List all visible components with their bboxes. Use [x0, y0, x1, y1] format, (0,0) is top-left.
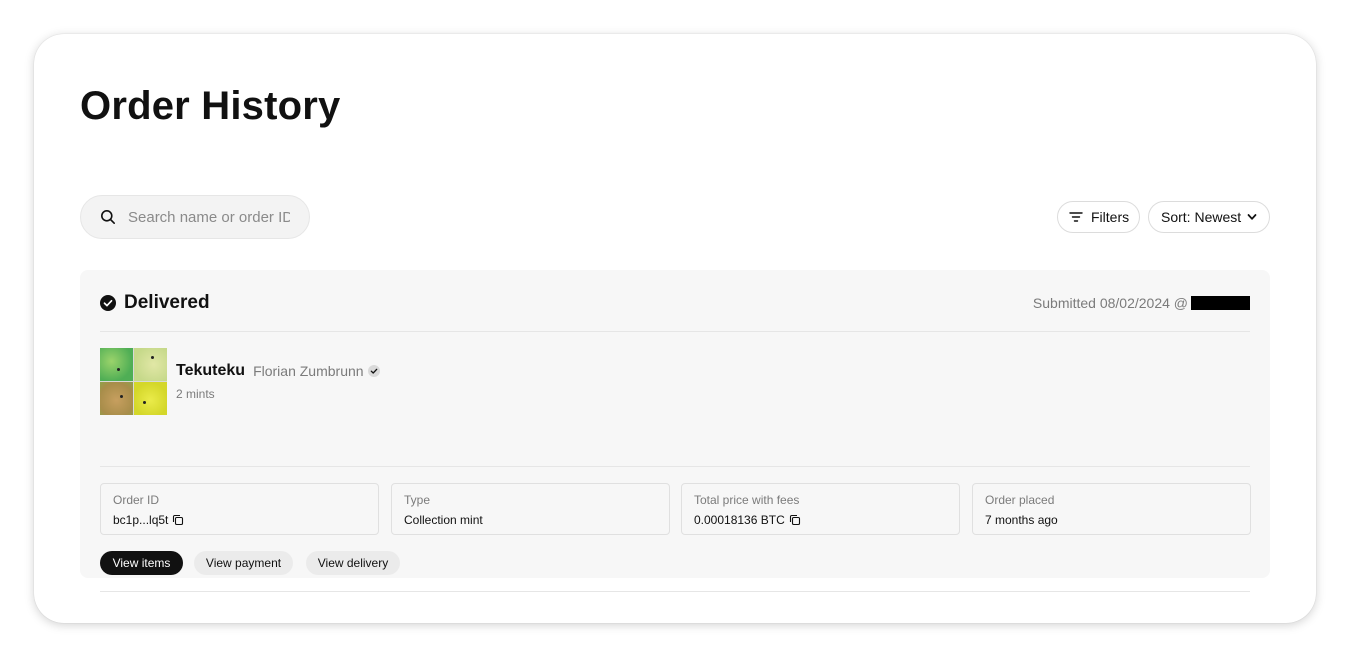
copy-icon[interactable] — [172, 514, 184, 526]
chevron-down-icon — [1247, 214, 1257, 220]
field-value-row: 7 months ago — [985, 513, 1238, 527]
view-items-tab[interactable]: View items — [100, 551, 183, 575]
thumbnail-tile — [134, 382, 167, 415]
redacted-block — [1191, 296, 1250, 310]
verified-icon — [367, 365, 380, 377]
field-value-row: Collection mint — [404, 513, 657, 527]
view-payment-tab[interactable]: View payment — [194, 551, 293, 575]
order-history-card: Order History Filters Sort: Newest Deliv… — [34, 34, 1316, 623]
divider — [100, 331, 1250, 332]
sort-select[interactable]: Sort: Newest — [1148, 201, 1270, 233]
check-circle-icon — [100, 295, 116, 311]
page-title: Order History — [80, 84, 341, 128]
search-box[interactable] — [80, 195, 310, 239]
field-label: Order placed — [985, 493, 1055, 507]
filter-icon — [1069, 212, 1083, 222]
field-value-row: bc1p...lq5t — [113, 513, 366, 527]
sort-label: Sort: Newest — [1161, 209, 1242, 225]
total-price-field: Total price with fees 0.00018136 BTC — [681, 483, 960, 535]
order-id-field: Order ID bc1p...lq5t — [100, 483, 379, 535]
field-label: Order ID — [113, 493, 160, 507]
search-input[interactable] — [128, 208, 290, 226]
search-icon — [101, 210, 115, 224]
field-label: Total price with fees — [694, 493, 800, 507]
total-price-value: 0.00018136 BTC — [694, 513, 785, 527]
field-value-row: 0.00018136 BTC — [694, 513, 947, 527]
order-placed-field: Order placed 7 months ago — [972, 483, 1251, 535]
collection-name[interactable]: Tekuteku — [176, 362, 245, 380]
mint-count: 2 mints — [176, 387, 215, 401]
field-label: Type — [404, 493, 431, 507]
filters-button[interactable]: Filters — [1057, 201, 1140, 233]
collection-info: Tekuteku Florian Zumbrunn — [176, 362, 380, 380]
order-type-field: Type Collection mint — [391, 483, 670, 535]
divider — [100, 591, 1250, 592]
order-type-value: Collection mint — [404, 513, 483, 527]
filters-label: Filters — [1091, 209, 1130, 225]
view-delivery-tab[interactable]: View delivery — [306, 551, 400, 575]
divider — [100, 466, 1250, 467]
thumbnail-tile — [134, 348, 167, 381]
status-label: Delivered — [124, 292, 210, 313]
thumbnail-tile — [100, 348, 133, 381]
submitted-text: Submitted 08/02/2024 @ — [1032, 295, 1188, 311]
order-status: Delivered — [100, 292, 210, 314]
thumbnail-tile — [100, 382, 133, 415]
copy-icon[interactable] — [789, 514, 801, 526]
order-placed-value: 7 months ago — [985, 513, 1058, 527]
submitted-date: Submitted 08/02/2024 @ — [1033, 295, 1250, 311]
artist-name[interactable]: Florian Zumbrunn — [253, 363, 364, 379]
order-card: Delivered Submitted 08/02/2024 @ Tekutek… — [80, 270, 1270, 592]
order-id-value: bc1p...lq5t — [113, 513, 169, 527]
collection-thumbnail[interactable] — [100, 348, 167, 415]
